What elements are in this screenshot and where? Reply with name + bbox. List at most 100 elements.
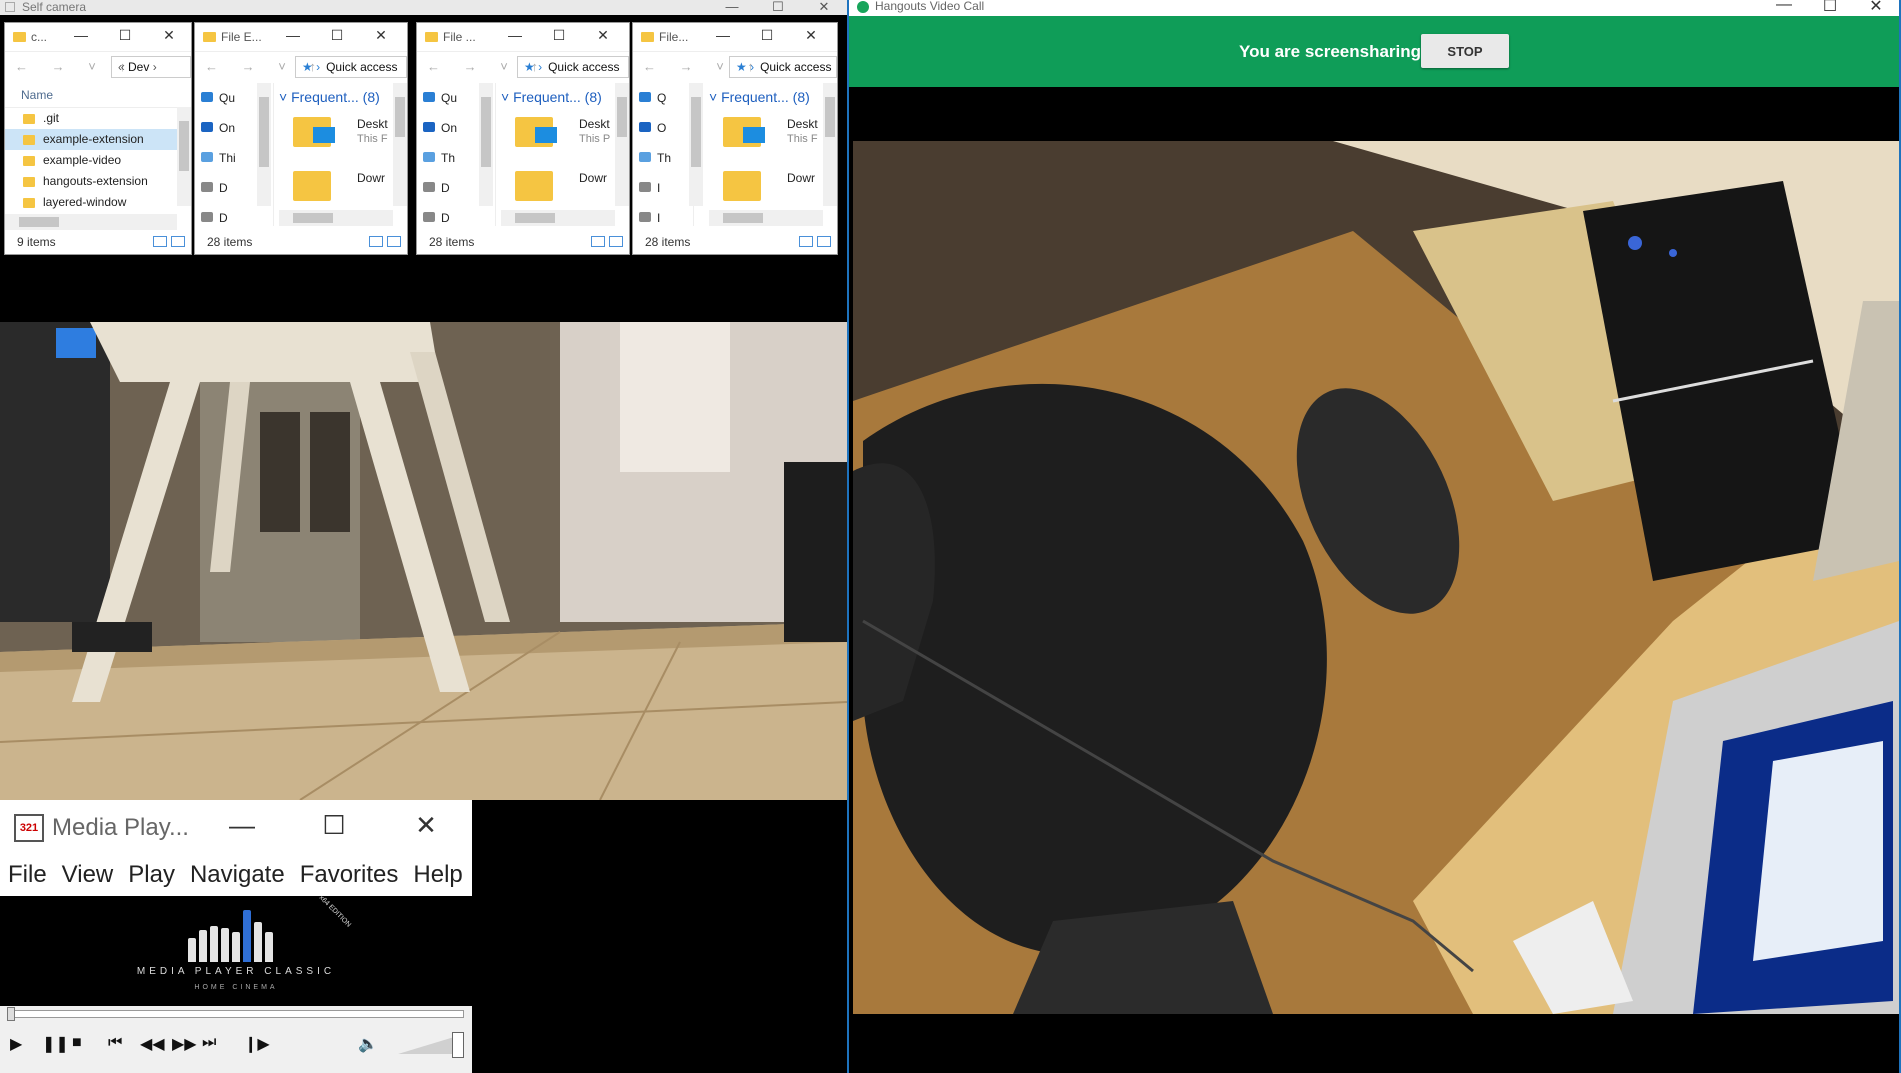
large-icons-view-icon[interactable] — [171, 236, 185, 247]
list-item[interactable]: example-video — [5, 150, 191, 171]
close-button[interactable]: ✕ — [789, 27, 833, 44]
speaker-icon[interactable]: 🔈 — [358, 1034, 378, 1054]
nav-item[interactable]: Q — [633, 83, 693, 113]
folder-icon — [23, 177, 35, 187]
media-player-video-area[interactable]: x64 EDITION MEDIA PLAYER CLASSIC HOME CI… — [0, 894, 472, 1006]
large-icons-view-icon[interactable] — [387, 236, 401, 247]
volume-handle[interactable] — [452, 1032, 464, 1058]
column-header-name[interactable]: Name — [5, 83, 191, 108]
nav-item[interactable]: I — [633, 203, 693, 233]
vertical-scrollbar[interactable] — [177, 107, 191, 206]
folder-icon — [23, 114, 35, 124]
seek-bar[interactable] — [7, 1007, 464, 1021]
explorer-title: c... — [31, 30, 48, 44]
frequent-folders-group[interactable]: ˅ Frequent... (8) — [279, 83, 407, 111]
maximize-button[interactable]: ☐ — [103, 27, 147, 44]
list-item[interactable]: hangouts-extension — [5, 171, 191, 192]
vertical-scrollbar[interactable] — [393, 83, 407, 206]
vertical-scrollbar[interactable] — [615, 83, 629, 206]
menu-play[interactable]: Play — [128, 854, 182, 896]
large-icons-view-icon[interactable] — [609, 236, 623, 247]
hangouts-titlebar[interactable]: Hangouts Video Call — ☐ ✕ — [849, 0, 1899, 16]
menu-favorites[interactable]: Favorites — [300, 854, 406, 896]
list-item-selected[interactable]: example-extension — [5, 129, 191, 150]
stop-sharing-button[interactable]: STOP — [1421, 34, 1509, 68]
menu-help[interactable]: Help — [413, 854, 469, 896]
maximize-button[interactable]: ☐ — [755, 0, 801, 15]
hangouts-icon — [857, 1, 869, 13]
close-button[interactable]: ✕ — [1853, 0, 1899, 16]
close-button[interactable]: ✕ — [380, 810, 472, 841]
maximize-button[interactable]: ☐ — [745, 27, 789, 44]
vertical-scrollbar[interactable] — [479, 83, 493, 206]
seek-handle[interactable] — [7, 1007, 15, 1021]
details-view-icon[interactable] — [369, 236, 383, 247]
volume-slider[interactable] — [398, 1032, 464, 1058]
explorer-title: File ... — [443, 30, 476, 44]
close-button[interactable]: ✕ — [801, 0, 847, 15]
details-view-icon[interactable] — [153, 236, 167, 247]
list-item[interactable]: Deskt This P — [501, 111, 629, 165]
pause-icon[interactable]: ❚❚ — [42, 1034, 69, 1054]
stop-icon[interactable]: ■ — [72, 1034, 82, 1052]
play-icon[interactable]: ▶ — [10, 1034, 22, 1054]
minimize-button[interactable]: — — [701, 27, 745, 44]
navigation-pane: Q O Th I I — [633, 83, 694, 226]
next-icon[interactable]: ⏭ — [202, 1034, 216, 1052]
horizontal-scrollbar[interactable] — [279, 210, 393, 226]
mpc-logo-icon — [188, 906, 284, 962]
menu-file[interactable]: File — [8, 854, 54, 896]
large-icons-view-icon[interactable] — [817, 236, 831, 247]
hangouts-window: Hangouts Video Call — ☐ ✕ You are screen… — [847, 0, 1901, 1073]
menu-navigate[interactable]: Navigate — [190, 854, 292, 896]
frame-step-icon[interactable]: ❙▶ — [244, 1034, 270, 1054]
vertical-scrollbar[interactable] — [823, 83, 837, 206]
details-view-icon[interactable] — [591, 236, 605, 247]
fast-forward-icon[interactable]: ▶▶ — [172, 1034, 197, 1054]
menu-view[interactable]: View — [62, 854, 121, 896]
media-player-titlebar[interactable]: 321 Media Play... — ☐ ✕ — [0, 800, 472, 854]
maximize-button[interactable]: ☐ — [288, 810, 380, 841]
details-view-icon[interactable] — [799, 236, 813, 247]
address-bar[interactable]: ★ › Quick access — [295, 56, 407, 78]
nav-item[interactable]: Th — [633, 143, 693, 173]
minimize-button[interactable]: — — [59, 27, 103, 44]
minimize-button[interactable]: — — [709, 0, 755, 15]
desktop-folder-icon — [293, 117, 335, 147]
minimize-button[interactable]: — — [493, 27, 537, 44]
close-button[interactable]: ✕ — [359, 27, 403, 44]
self-camera-titlebar[interactable]: Self camera — ☐ ✕ — [0, 0, 847, 15]
rewind-icon[interactable]: ◀◀ — [140, 1034, 165, 1054]
close-button[interactable]: ✕ — [581, 27, 625, 44]
nav-item[interactable]: D — [195, 203, 273, 233]
nav-item[interactable]: D — [417, 203, 495, 233]
list-item[interactable]: .git — [5, 108, 191, 129]
maximize-button[interactable]: ☐ — [537, 27, 581, 44]
folder-icon — [23, 135, 35, 145]
horizontal-scrollbar[interactable] — [501, 210, 615, 226]
mpc-brand-subtext: HOME CINEMA — [194, 984, 278, 991]
nav-item[interactable]: O — [633, 113, 693, 143]
minimize-button[interactable]: — — [271, 27, 315, 44]
minimize-button[interactable]: — — [196, 810, 288, 841]
explorer-window-quick-access-2: File ... — ☐ ✕ ← → ˅ ↑ ★ › Quick access Qu … — [416, 22, 630, 255]
address-bar[interactable]: « Dev › — [111, 56, 191, 78]
list-item[interactable]: Deskt This F — [709, 111, 837, 165]
maximize-button[interactable]: ☐ — [315, 27, 359, 44]
list-item[interactable]: Deskt This F — [279, 111, 407, 165]
previous-icon[interactable]: ⏮ — [108, 1034, 122, 1052]
list-item[interactable]: layered-window — [5, 192, 191, 213]
minimize-button[interactable]: — — [1761, 0, 1807, 16]
horizontal-scrollbar[interactable] — [5, 214, 177, 230]
address-bar[interactable]: ★ › Quick access — [729, 56, 837, 78]
vertical-scrollbar[interactable] — [689, 83, 703, 206]
frequent-folders-group[interactable]: ˅ Frequent... (8) — [501, 83, 629, 111]
address-bar[interactable]: ★ › Quick access — [517, 56, 629, 78]
nav-item[interactable]: I — [633, 173, 693, 203]
maximize-button[interactable]: ☐ — [1807, 0, 1853, 16]
folder-icon — [203, 32, 216, 42]
horizontal-scrollbar[interactable] — [709, 210, 823, 226]
close-button[interactable]: ✕ — [147, 27, 191, 44]
frequent-folders-group[interactable]: ˅ Frequent... (8) — [709, 83, 837, 111]
vertical-scrollbar[interactable] — [257, 83, 271, 206]
